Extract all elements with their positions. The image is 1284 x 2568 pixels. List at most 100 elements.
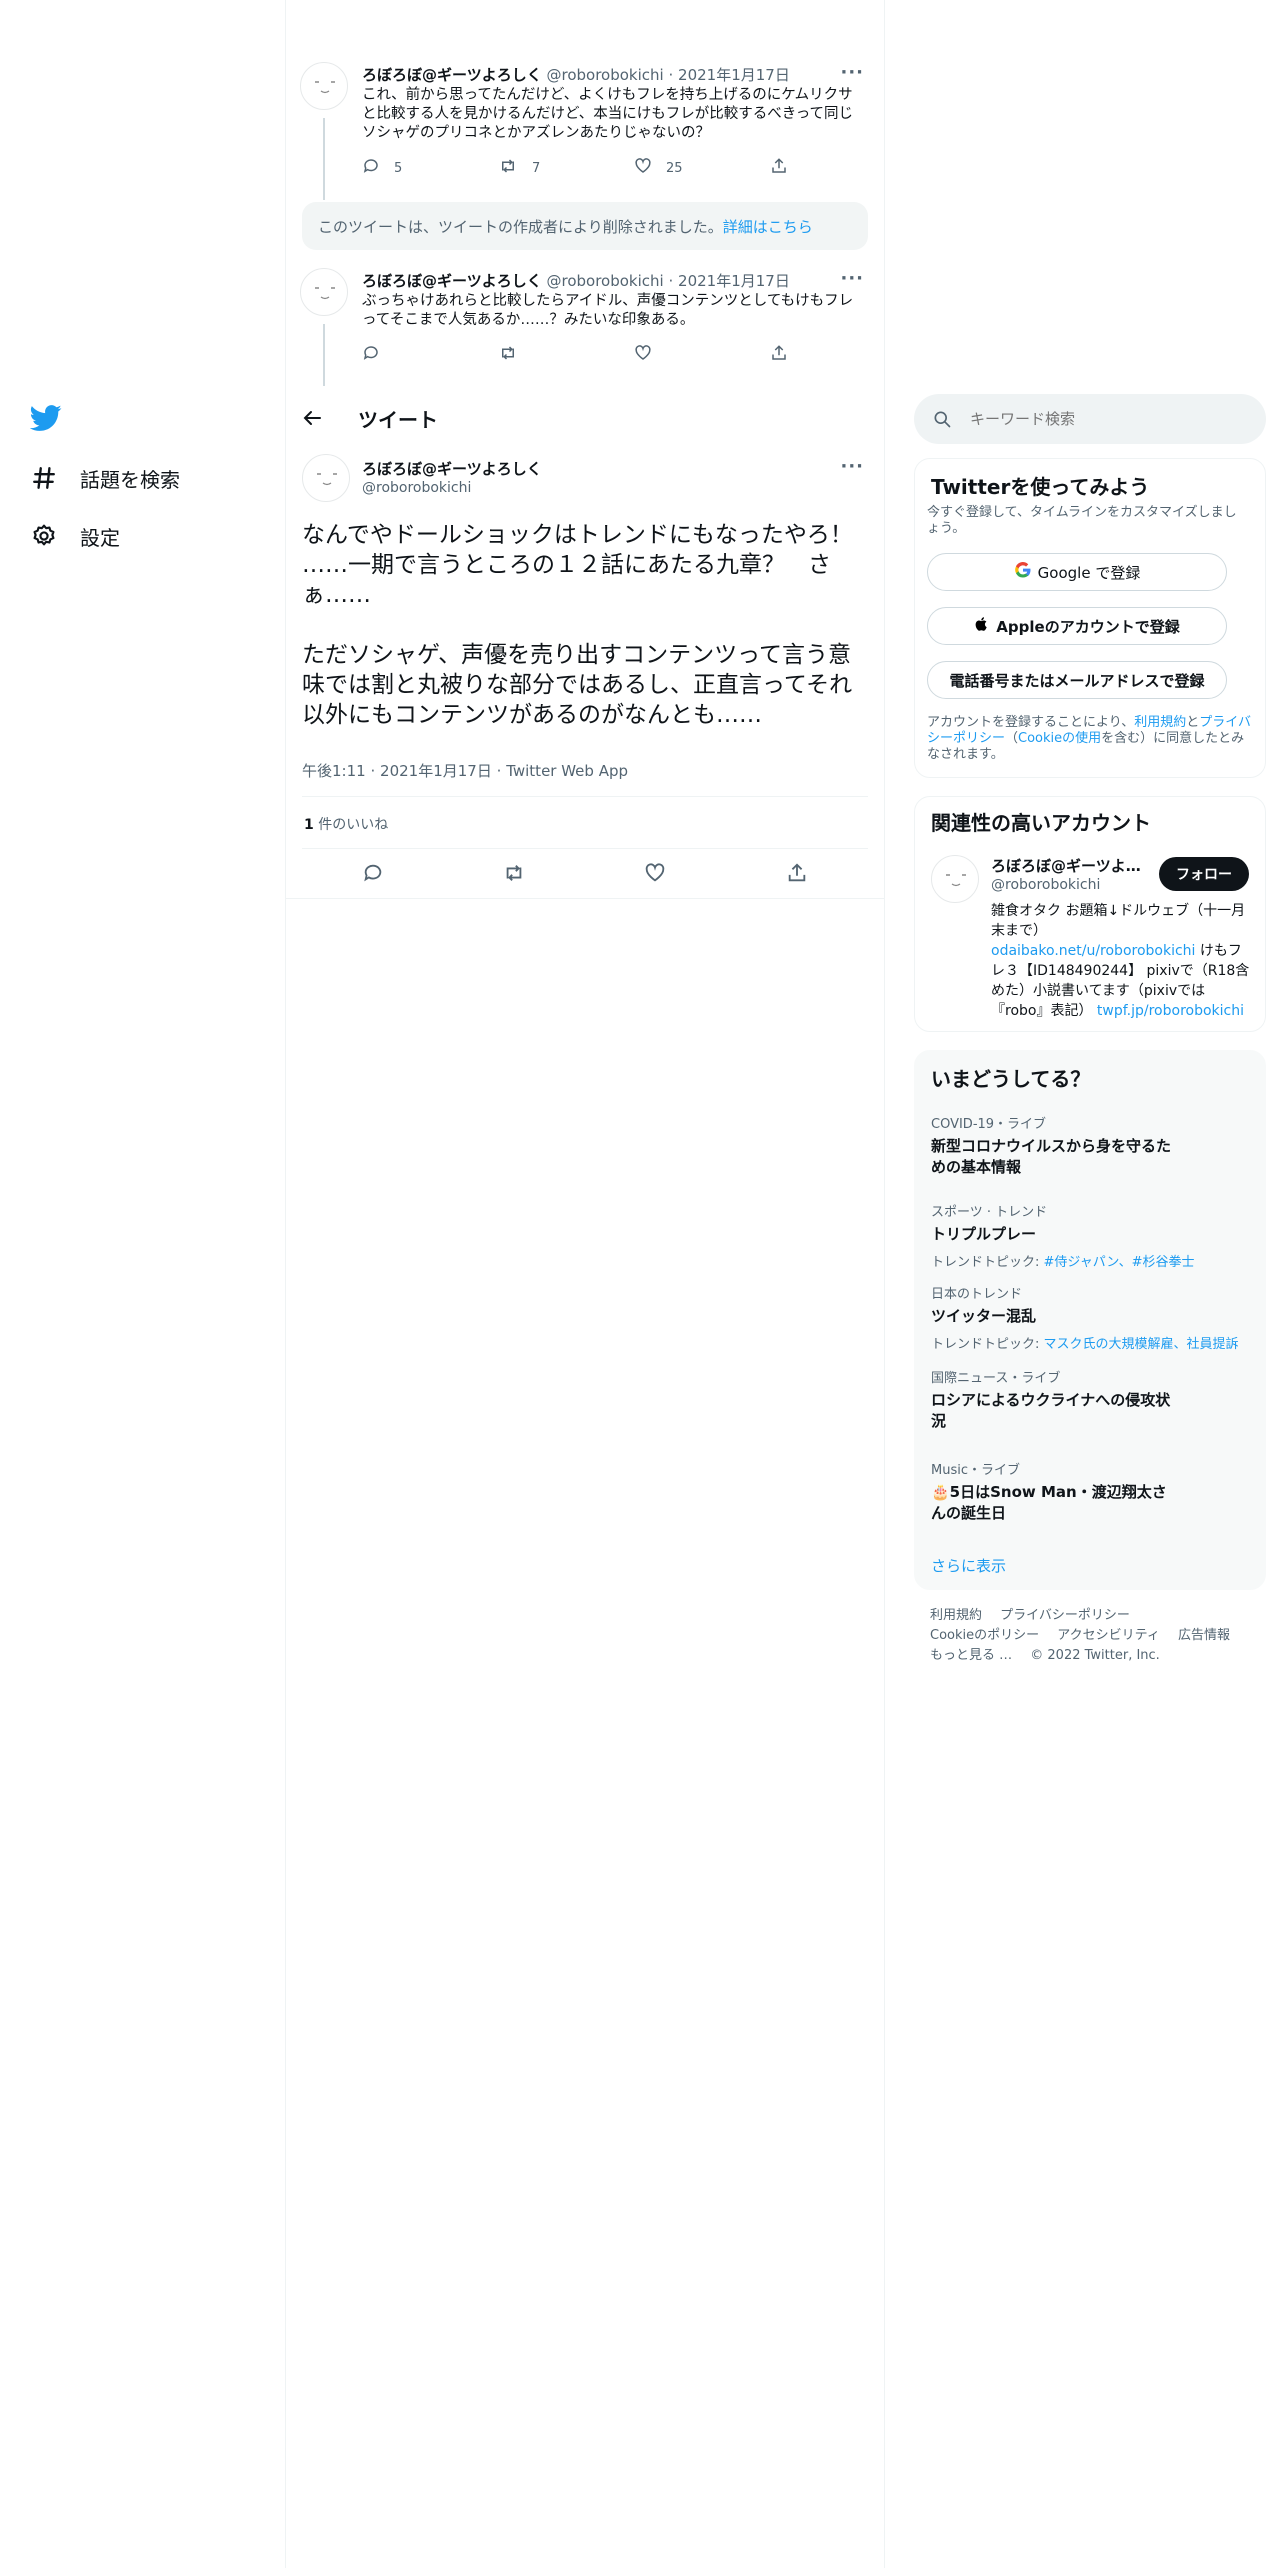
footer-privacy-link[interactable]: プライバシーポリシー xyxy=(1000,1608,1130,1623)
tweet-date[interactable]: 2021年1月17日 xyxy=(678,272,790,290)
author-name[interactable]: ろぼろぼ@ギーツよろしく xyxy=(362,272,542,290)
trend-category: 日本のトレンド xyxy=(931,1287,1023,1302)
copyright: © 2022 Twitter, Inc. xyxy=(1030,1648,1160,1663)
avatar[interactable] xyxy=(931,855,979,903)
like-button[interactable]: 25 xyxy=(634,157,683,179)
likes-label: 件のいいね xyxy=(313,817,389,833)
share-icon xyxy=(770,157,788,179)
reply-button[interactable] xyxy=(358,860,388,890)
separator: · xyxy=(370,762,376,780)
share-button[interactable] xyxy=(770,157,788,179)
phone-email-signup-button[interactable]: 電話番号またはメールアドレスで登録 xyxy=(927,661,1227,699)
search-input[interactable] xyxy=(970,410,1230,428)
trend-topics: トレンドトピック: #侍ジャパン、#杉谷拳士 xyxy=(931,1251,1251,1270)
reply-button[interactable]: 5 xyxy=(362,157,402,179)
related-accounts-card: 関連性の高いアカウント ろぼろぼ@ギーツよ… @roborobokichi フォ… xyxy=(914,796,1266,1032)
nav-settings-label: 設定 xyxy=(80,525,120,550)
reply-count: 5 xyxy=(394,160,403,176)
related-bio: 雑食オタク お題箱↓ドルウェブ（十一月末まで） odaibako.net/u/r… xyxy=(991,901,1253,1021)
author-name[interactable]: ろぼろぼ@ギーツよろしく xyxy=(362,458,542,479)
google-signup-label: Google で登録 xyxy=(1037,563,1141,582)
footer-accessibility-link[interactable]: アクセシビリティ xyxy=(1057,1628,1160,1643)
related-handle[interactable]: @roborobokichi xyxy=(991,877,1100,893)
retweet-button[interactable] xyxy=(499,860,529,890)
signup-legal: アカウントを登録することにより、利用規約とプライバシーポリシー（Cookieの使… xyxy=(927,715,1251,763)
follow-button[interactable]: フォロー xyxy=(1159,857,1249,891)
hashtag-icon xyxy=(30,464,58,492)
trend-topics-links[interactable]: マスク氏の大規模解雇、社員提訴 xyxy=(1044,1337,1239,1352)
heart-icon xyxy=(634,344,652,366)
show-more-link[interactable]: さらに表示 xyxy=(931,1555,1006,1576)
arrow-left-icon[interactable] xyxy=(300,406,328,434)
legal-text: と xyxy=(1186,715,1200,730)
reply-icon xyxy=(362,344,380,366)
bio-text: 雑食オタク お題箱↓ドルウェブ（十一月末まで） xyxy=(991,903,1246,939)
reply-button[interactable] xyxy=(362,344,380,366)
retweet-button[interactable] xyxy=(498,344,518,366)
author-handle[interactable]: @roborobokichi xyxy=(546,66,663,84)
legal-text: アカウントを登録することにより、 xyxy=(927,715,1135,730)
author-handle[interactable]: @roborobokichi xyxy=(546,272,663,290)
footer-cookie-link[interactable]: Cookieのポリシー xyxy=(930,1628,1039,1643)
tweet-date[interactable]: 2021年1月17日 xyxy=(678,66,790,84)
more-options-icon[interactable]: ··· xyxy=(840,456,864,477)
right-column-divider xyxy=(884,0,885,2568)
retweet-icon xyxy=(498,157,518,179)
trend-item[interactable]: 日本のトレンド ツイッター混乱 トレンドトピック: マスク氏の大規模解雇、社員提… xyxy=(931,1283,1251,1352)
bio-link[interactable]: twpf.jp/roborobokichi xyxy=(1097,1003,1244,1019)
tweet-time[interactable]: 午後1:11 xyxy=(302,762,366,780)
trend-item[interactable]: スポーツ · トレンド トリプルプレー トレンドトピック: #侍ジャパン、#杉谷… xyxy=(931,1201,1251,1270)
nav-explore[interactable]: 話題を検索 xyxy=(30,458,180,498)
more-options-icon[interactable]: ··· xyxy=(840,62,864,83)
trend-title: 🎂5日はSnow Man・渡辺翔太さんの誕生日 xyxy=(931,1483,1167,1522)
trends-card: いまどうしてる？ COVID-19・ライブ 新型コロナウイルスから身を守るための… xyxy=(914,1050,1266,1590)
like-button[interactable] xyxy=(634,344,652,366)
tweet-date[interactable]: 2021年1月17日 xyxy=(380,762,492,780)
bio-link[interactable]: odaibako.net/u/roborobokichi xyxy=(991,943,1195,959)
more-options-icon[interactable]: ··· xyxy=(840,268,864,289)
share-button[interactable] xyxy=(782,860,812,890)
share-button[interactable] xyxy=(770,344,788,366)
trend-item[interactable]: 国際ニュース・ライブ ロシアによるウクライナへの侵攻状況 xyxy=(931,1367,1251,1432)
twitter-bird-icon[interactable] xyxy=(29,402,66,438)
search-bar[interactable] xyxy=(914,394,1266,444)
reply-icon xyxy=(362,862,384,888)
signup-card: Twitterを使ってみよう 今すぐ登録して、タイムラインをカスタマイズしましょ… xyxy=(914,458,1266,778)
nav-settings[interactable]: 設定 xyxy=(30,516,120,556)
trend-title: トリプルプレー xyxy=(931,1225,1037,1243)
like-button[interactable] xyxy=(640,860,670,890)
main-tweet-actions xyxy=(286,860,884,890)
author-name[interactable]: ろぼろぼ@ギーツよろしく xyxy=(362,66,542,84)
avatar[interactable] xyxy=(302,454,350,502)
apple-signup-button[interactable]: Appleのアカウントで登録 xyxy=(927,607,1227,645)
tweet-source[interactable]: Twitter Web App xyxy=(506,762,628,780)
thread-line xyxy=(323,118,325,200)
retweet-button[interactable]: 7 xyxy=(498,157,540,179)
trend-topics-links[interactable]: #侍ジャパン、#杉谷拳士 xyxy=(1044,1255,1195,1270)
footer-terms-link[interactable]: 利用規約 xyxy=(930,1608,982,1623)
avatar[interactable] xyxy=(300,268,348,316)
likes-summary[interactable]: 1 件のいいね xyxy=(304,814,388,834)
separator: · xyxy=(496,762,502,780)
trend-item[interactable]: Music・ライブ 🎂5日はSnow Man・渡辺翔太さんの誕生日 xyxy=(931,1459,1251,1524)
learn-more-link[interactable]: 詳細はこちら xyxy=(723,216,813,237)
footer-more-link[interactable]: もっと見る … xyxy=(930,1648,1012,1663)
terms-link[interactable]: 利用規約 xyxy=(1134,715,1186,730)
heart-icon xyxy=(644,862,666,888)
tweet-text: なんでやドールショックはトレンドにもなったやろ！ ……一期で言うところの１２話に… xyxy=(302,522,853,728)
trend-title: ツイッター混乱 xyxy=(931,1307,1037,1325)
deleted-tweet-notice: このツイートは、ツイートの作成者により削除されました。 詳細はこちら xyxy=(302,202,868,250)
trend-item[interactable]: COVID-19・ライブ 新型コロナウイルスから身を守るための基本情報 xyxy=(931,1113,1251,1178)
cookie-link[interactable]: Cookieの使用 xyxy=(1018,731,1101,746)
avatar[interactable] xyxy=(300,62,348,110)
deleted-notice-text: このツイートは、ツイートの作成者により削除されました。 xyxy=(318,217,723,236)
divider xyxy=(302,848,868,849)
search-icon xyxy=(932,409,952,429)
google-signup-button[interactable]: Google で登録 xyxy=(927,553,1227,591)
tweet-meta: 午後1:11 · 2021年1月17日 · Twitter Web App xyxy=(302,760,628,781)
related-title: 関連性の高いアカウント xyxy=(931,811,1151,835)
related-name[interactable]: ろぼろぼ@ギーツよ… xyxy=(991,855,1151,876)
author-handle[interactable]: @roborobokichi xyxy=(362,480,471,496)
gear-icon xyxy=(30,522,58,550)
footer-ads-link[interactable]: 広告情報 xyxy=(1178,1628,1230,1643)
